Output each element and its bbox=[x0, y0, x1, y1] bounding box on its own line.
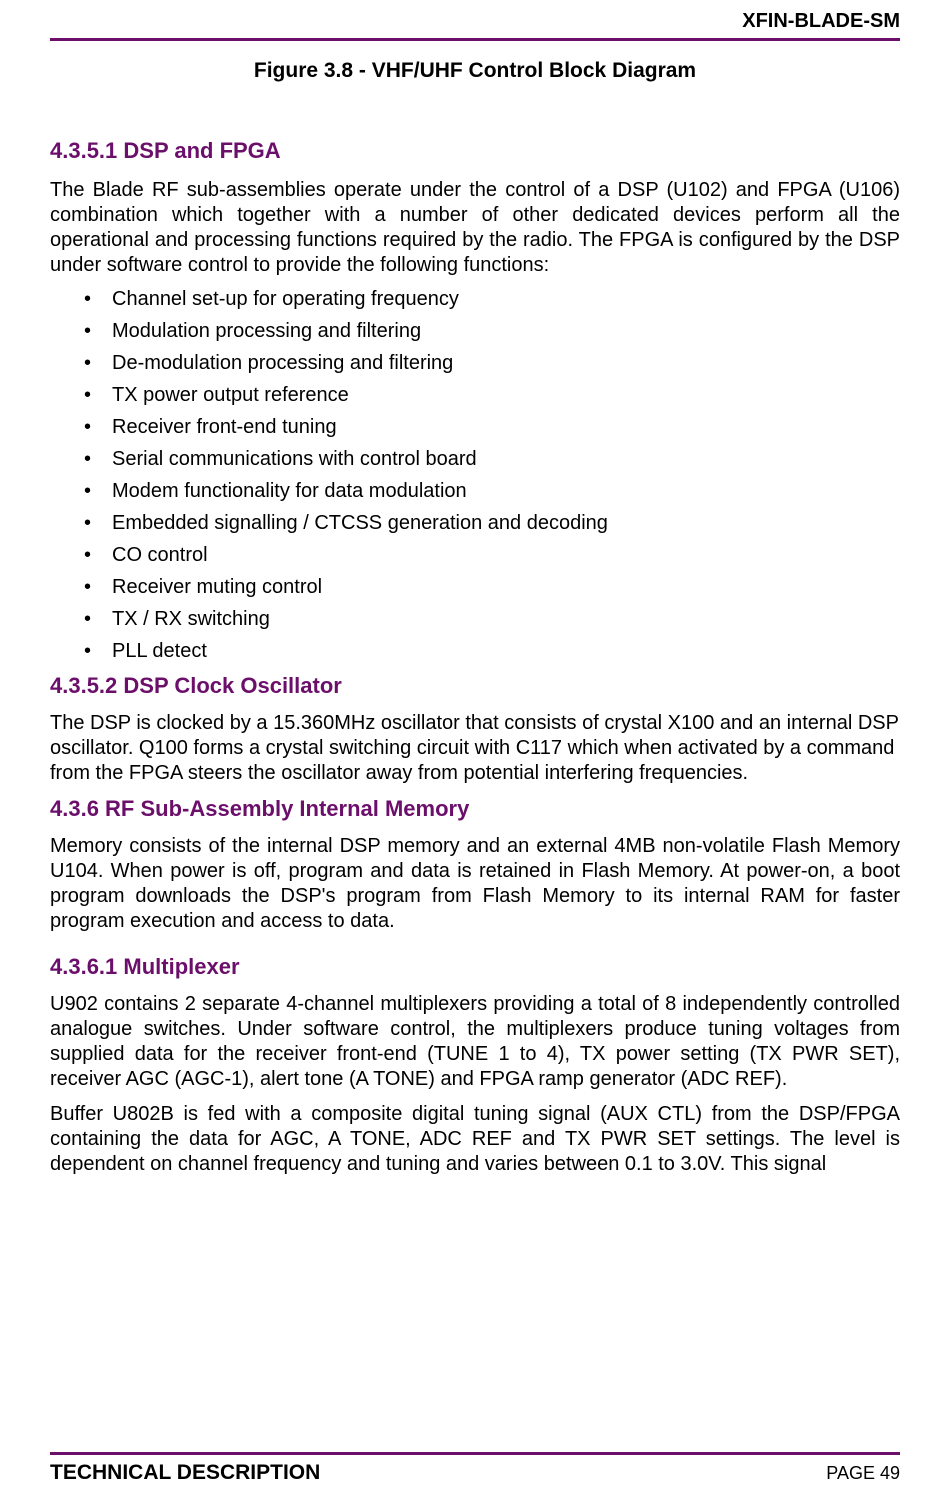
list-item: Receiver front-end tuning bbox=[112, 416, 900, 439]
body-paragraph: The DSP is clocked by a 15.360MHz oscill… bbox=[50, 711, 900, 786]
page-footer: TECHNICAL DESCRIPTION PAGE 49 bbox=[50, 1452, 900, 1485]
list-item: Serial communications with control board bbox=[112, 448, 900, 471]
body-paragraph: U902 contains 2 separate 4-channel multi… bbox=[50, 992, 900, 1092]
page-header: XFIN-BLADE-SM bbox=[50, 0, 900, 41]
bullet-list: Channel set-up for operating frequency M… bbox=[50, 288, 900, 663]
section-heading-multiplexer: 4.3.6.1 Multiplexer bbox=[50, 954, 900, 980]
body-paragraph: The Blade RF sub-assemblies operate unde… bbox=[50, 178, 900, 278]
list-item: TX power output reference bbox=[112, 384, 900, 407]
page-number: PAGE 49 bbox=[826, 1463, 900, 1484]
list-item: Modulation processing and filtering bbox=[112, 320, 900, 343]
list-item: Receiver muting control bbox=[112, 576, 900, 599]
figure-caption: Figure 3.8 - VHF/UHF Control Block Diagr… bbox=[50, 59, 900, 83]
list-item: De-modulation processing and filtering bbox=[112, 352, 900, 375]
body-paragraph: Buffer U802B is fed with a composite dig… bbox=[50, 1102, 900, 1177]
footer-section-title: TECHNICAL DESCRIPTION bbox=[50, 1461, 320, 1485]
document-code: XFIN-BLADE-SM bbox=[50, 10, 900, 33]
section-heading-dsp-clock: 4.3.5.2 DSP Clock Oscillator bbox=[50, 673, 900, 699]
section-heading-dsp-fpga: 4.3.5.1 DSP and FPGA bbox=[50, 138, 900, 164]
list-item: Channel set-up for operating frequency bbox=[112, 288, 900, 311]
list-item: PLL detect bbox=[112, 640, 900, 663]
list-item: CO control bbox=[112, 544, 900, 567]
list-item: Embedded signalling / CTCSS generation a… bbox=[112, 512, 900, 535]
section-heading-rf-memory: 4.3.6 RF Sub-Assembly Internal Memory bbox=[50, 796, 900, 822]
list-item: TX / RX switching bbox=[112, 608, 900, 631]
list-item: Modem functionality for data modulation bbox=[112, 480, 900, 503]
body-paragraph: Memory consists of the internal DSP memo… bbox=[50, 834, 900, 934]
